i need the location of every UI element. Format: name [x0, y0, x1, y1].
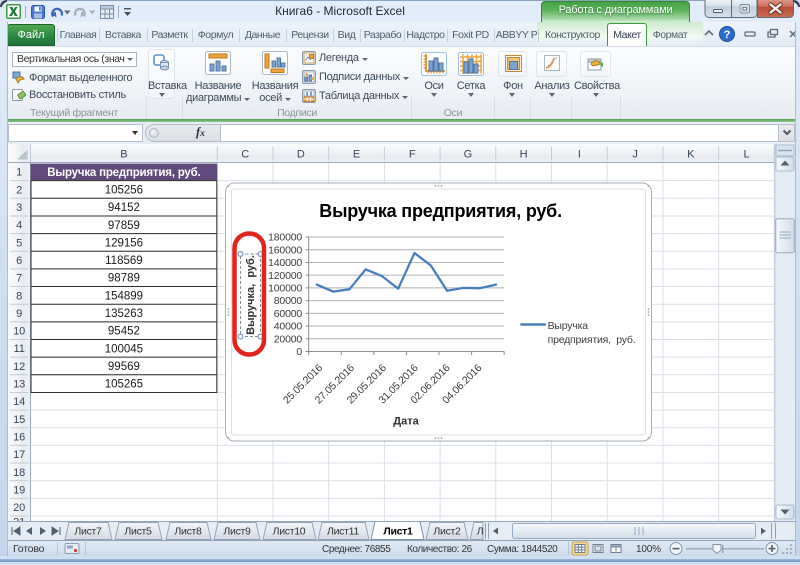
svg-text:Сумма: 1844520: Сумма: 1844520	[487, 544, 558, 555]
svg-text:Выручка: Выручка	[548, 320, 589, 332]
svg-text:H: H	[520, 148, 528, 160]
svg-text:99569: 99569	[108, 361, 140, 373]
svg-text:L: L	[743, 148, 749, 160]
svg-text:97859: 97859	[108, 219, 140, 231]
svg-text:Лист5: Лист5	[124, 526, 152, 538]
svg-text:100045: 100045	[105, 343, 143, 355]
svg-text:Дата: Дата	[393, 415, 419, 427]
svg-text:Лист9: Лист9	[223, 526, 251, 538]
svg-text:6: 6	[16, 255, 22, 267]
svg-text:Количество: 26: Количество: 26	[407, 544, 473, 555]
svg-text:95452: 95452	[108, 325, 140, 337]
svg-text:40000: 40000	[274, 320, 303, 332]
svg-text:Лист8: Лист8	[174, 526, 202, 538]
svg-text:предприятия, руб.: предприятия, руб.	[548, 334, 636, 346]
svg-text:20: 20	[13, 502, 25, 514]
svg-text:3: 3	[16, 202, 22, 214]
svg-text:14: 14	[13, 396, 25, 408]
svg-text:Выручка предприятия, руб.: Выручка предприятия, руб.	[47, 166, 200, 178]
svg-text:C: C	[241, 148, 249, 160]
svg-text:129156: 129156	[105, 237, 143, 249]
svg-text:94152: 94152	[108, 202, 140, 214]
svg-text:Выручка предприятия, руб.: Выручка предприятия, руб.	[319, 201, 562, 221]
svg-text:100000: 100000	[268, 282, 302, 294]
svg-text:Готово: Готово	[13, 543, 45, 555]
svg-text:105265: 105265	[105, 378, 143, 390]
svg-text:5: 5	[16, 237, 22, 249]
svg-text:Среднее: 76855: Среднее: 76855	[322, 544, 391, 555]
svg-text:19: 19	[13, 484, 25, 496]
svg-text:1: 1	[16, 166, 22, 178]
svg-text:Лист7: Лист7	[74, 526, 102, 538]
svg-text:18: 18	[13, 466, 25, 478]
svg-text:Л: Л	[477, 526, 484, 538]
svg-text:80000: 80000	[274, 295, 303, 307]
svg-text:J: J	[632, 148, 638, 160]
svg-text:0: 0	[296, 346, 302, 358]
svg-text:118569: 118569	[105, 255, 143, 267]
svg-text:20000: 20000	[274, 333, 303, 345]
svg-text:15: 15	[13, 413, 25, 425]
svg-text:154899: 154899	[105, 290, 143, 302]
svg-text:10: 10	[13, 325, 25, 337]
svg-text:4: 4	[16, 219, 22, 231]
svg-text:G: G	[464, 148, 473, 160]
svg-text:Лист1: Лист1	[383, 526, 413, 538]
svg-text:E: E	[353, 148, 360, 160]
svg-text:98789: 98789	[108, 272, 140, 284]
svg-text:12: 12	[13, 360, 25, 372]
svg-text:Лист11: Лист11	[327, 526, 359, 538]
svg-text:60000: 60000	[274, 307, 303, 319]
svg-text:140000: 140000	[268, 257, 302, 269]
svg-text:100%: 100%	[636, 544, 661, 555]
svg-text:180000: 180000	[268, 231, 302, 243]
svg-text:13: 13	[13, 378, 25, 390]
svg-text:9: 9	[16, 307, 22, 319]
svg-text:17: 17	[13, 449, 25, 461]
svg-text:7: 7	[16, 272, 22, 284]
svg-text:?: ?	[724, 29, 731, 41]
svg-text:Лист10: Лист10	[273, 526, 306, 538]
svg-text:120000: 120000	[268, 269, 302, 281]
svg-text:I: I	[578, 148, 581, 160]
svg-text:K: K	[687, 148, 695, 160]
svg-text:D: D	[297, 148, 305, 160]
svg-text:160000: 160000	[268, 244, 302, 256]
svg-text:11: 11	[13, 343, 24, 355]
svg-text:135263: 135263	[105, 308, 143, 320]
svg-text:F: F	[409, 148, 416, 160]
svg-text:8: 8	[16, 290, 22, 302]
svg-text:Лист2: Лист2	[433, 526, 461, 538]
svg-text:16: 16	[13, 431, 25, 443]
svg-text:B: B	[120, 148, 127, 160]
svg-text:Выручка, руб.: Выручка, руб.	[245, 255, 257, 335]
svg-text:105256: 105256	[105, 184, 143, 196]
svg-text:2: 2	[16, 184, 22, 196]
